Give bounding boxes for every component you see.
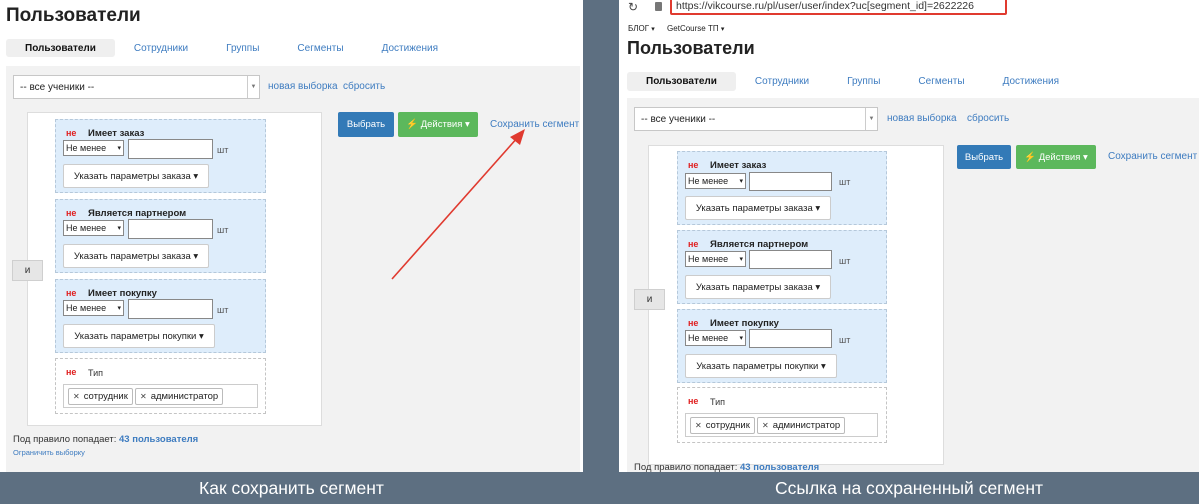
unit-label: шт: [839, 177, 851, 187]
bookmarks-bar: БЛОГ ▾ GetCourse ТП ▾: [628, 24, 724, 33]
url-text: https://vikcourse.ru/pl/user/user/index?…: [676, 0, 974, 12]
rule-title: Имеет заказ: [710, 160, 767, 171]
filter-select[interactable]: -- все ученики -- ▼: [634, 107, 878, 131]
tab-bar: Пользователи Сотрудники Группы Сегменты …: [627, 72, 1078, 91]
lock-icon: [655, 2, 662, 11]
chevron-down-icon: ▾: [739, 178, 743, 185]
quantity-input[interactable]: [749, 172, 832, 191]
matched-count-value: 43 пользователя: [740, 462, 820, 472]
order-params-button[interactable]: Указать параметры заказа ▾: [685, 196, 831, 220]
tab-users[interactable]: Пользователи: [627, 72, 736, 91]
caption-left: Как сохранить сегмент: [199, 477, 384, 498]
tab-employees[interactable]: Сотрудники: [736, 72, 828, 91]
tab-achievements[interactable]: Достижения: [984, 72, 1078, 91]
rule-block-is-partner: не Является партнером Не менее ▾ шт Указа…: [677, 230, 887, 304]
caret-down-icon: ▾: [815, 202, 821, 214]
new-selection-link[interactable]: новая выборка: [887, 113, 957, 124]
address-bar[interactable]: https://vikcourse.ru/pl/user/user/index?…: [670, 0, 1007, 15]
reset-link[interactable]: сбросить: [967, 113, 1009, 124]
right-screenshot-panel: ↻ https://vikcourse.ru/pl/user/user/inde…: [619, 0, 1199, 472]
choose-button[interactable]: Выбрать: [957, 145, 1011, 169]
unit-label: шт: [839, 335, 851, 345]
not-toggle[interactable]: не: [688, 318, 698, 328]
caret-down-icon: ▾: [821, 360, 826, 372]
rule-title: Тип: [710, 397, 726, 407]
tab-groups[interactable]: Группы: [828, 72, 899, 91]
caret-down-icon: ▾: [815, 281, 821, 293]
tag-admin: ✕ администратор: [757, 417, 846, 434]
remove-tag-icon[interactable]: ✕: [695, 421, 702, 430]
tab-segments[interactable]: Сегменты: [899, 72, 983, 91]
annotation-arrow: [391, 129, 525, 280]
chevron-down-icon: ▾: [739, 335, 743, 342]
purchase-params-button[interactable]: Указать параметры покупки ▾: [685, 354, 837, 378]
rule-block-has-purchase: не Имеет покупку Не менее ▾ шт Указать па…: [677, 309, 887, 383]
rule-title: Имеет покупку: [710, 318, 779, 329]
tag-employee: ✕ сотрудник: [690, 417, 755, 434]
bookmark-blog[interactable]: БЛОГ: [628, 24, 649, 33]
not-toggle[interactable]: не: [688, 160, 698, 170]
caret-down-icon: ▾: [1082, 151, 1088, 163]
not-toggle[interactable]: не: [688, 239, 698, 249]
not-toggle[interactable]: не: [688, 396, 698, 406]
quantity-input[interactable]: [749, 250, 832, 269]
type-tags-input[interactable]: ✕ сотрудник ✕ администратор: [685, 413, 878, 437]
order-params-button[interactable]: Указать параметры заказа ▾: [685, 275, 831, 299]
comparator-select[interactable]: Не менее ▾: [685, 330, 746, 346]
chevron-down-icon: ▾: [739, 256, 743, 263]
matched-count: Под правило попадает: 43 пользователя: [634, 462, 820, 472]
save-segment-link[interactable]: Сохранить сегмент: [1108, 151, 1197, 162]
rule-title: Является партнером: [710, 239, 809, 250]
bookmark-getcourse[interactable]: GetCourse ТП: [667, 24, 719, 33]
actions-button[interactable]: ⚡ Действия ▾: [1016, 145, 1096, 169]
rule-block-type: не Тип ✕ сотрудник ✕ администратор: [677, 387, 887, 443]
left-screenshot-panel: Пользователи Пользователи Сотрудники Гру…: [0, 0, 583, 472]
unit-label: шт: [839, 256, 851, 266]
remove-tag-icon[interactable]: ✕: [762, 421, 769, 430]
comparator-select[interactable]: Не менее ▾: [685, 173, 746, 189]
chevron-down-icon: ▾: [720, 26, 725, 33]
chevron-down-icon: ▾: [651, 26, 655, 33]
page-title: Пользователи: [627, 38, 755, 58]
lightning-icon: ⚡: [1024, 151, 1037, 163]
chevron-down-icon: ▼: [865, 108, 877, 130]
comparator-select[interactable]: Не менее ▾: [685, 251, 746, 267]
reload-icon[interactable]: ↻: [628, 0, 638, 14]
rule-block-has-order: не Имеет заказ Не менее ▾ шт Указать пара…: [677, 151, 887, 225]
caption-right: Ссылка на сохраненный сегмент: [774, 477, 1044, 498]
quantity-input[interactable]: [749, 329, 832, 348]
and-operator-button[interactable]: и: [634, 289, 665, 310]
filter-select-value: -- все ученики --: [641, 113, 716, 125]
